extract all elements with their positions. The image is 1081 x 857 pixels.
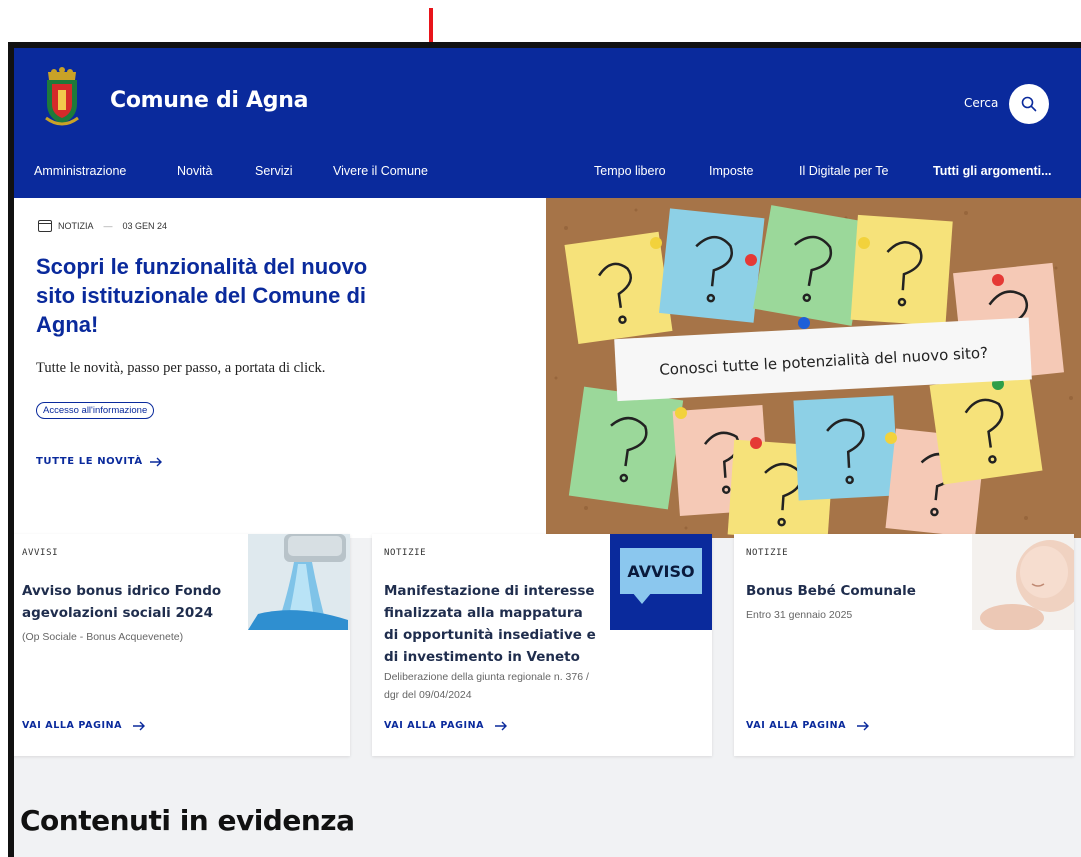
nav-item-imposte[interactable]: Imposte	[709, 164, 753, 178]
arrow-right-icon	[495, 721, 508, 730]
topic-chip[interactable]: Accesso all'informazione	[36, 402, 155, 419]
avviso-badge: AVVISO	[620, 548, 702, 594]
site-title[interactable]: Comune di Agna	[110, 88, 308, 113]
coat-of-arms-logo[interactable]	[42, 64, 82, 128]
hero-meta: NOTIZIA — 03 GEN 24	[38, 220, 167, 232]
all-news-label: TUTTE LE NOVITÀ	[36, 456, 143, 467]
card-description: Deliberazione della giunta regionale n. …	[384, 671, 589, 701]
hero-section: NOTIZIA — 03 GEN 24 Scopri le funzionali…	[14, 198, 1081, 538]
nav-item-tutti-gli-argomenti[interactable]: Tutti gli argomenti...	[933, 164, 1052, 178]
card-link-label: VAI ALLA PAGINA	[384, 720, 485, 731]
news-card-bonus-bebe[interactable]: NOTIZIE Bonus Bebé Comunale Entro 31 gen…	[734, 534, 1074, 756]
nav-item-servizi[interactable]: Servizi	[255, 164, 293, 178]
browser-viewport: Comune di Agna Cerca Amministrazione Nov…	[8, 42, 1081, 857]
card-description: (Op Sociale - Bonus Acquevenete)	[22, 631, 184, 643]
card-thumbnail	[972, 534, 1074, 630]
card-link[interactable]: VAI ALLA PAGINA	[22, 720, 146, 731]
search-button[interactable]	[1009, 84, 1049, 124]
nav-item-tempo-libero[interactable]: Tempo libero	[594, 164, 666, 178]
nav-item-vivere-il-comune[interactable]: Vivere il Comune	[333, 164, 428, 178]
card-link-label: VAI ALLA PAGINA	[746, 720, 847, 731]
arrow-right-icon	[857, 721, 870, 730]
meta-separator: —	[103, 221, 113, 231]
nav-item-novita[interactable]: Novità	[177, 164, 212, 178]
card-link-label: VAI ALLA PAGINA	[22, 720, 123, 731]
card-link[interactable]: VAI ALLA PAGINA	[384, 720, 508, 731]
search-label[interactable]: Cerca	[964, 96, 998, 110]
search-icon	[1021, 96, 1037, 112]
card-category: NOTIZIE	[384, 548, 427, 558]
card-category: NOTIZIE	[746, 548, 789, 558]
nav-item-amministrazione[interactable]: Amministrazione	[34, 164, 126, 178]
card-thumbnail	[248, 534, 350, 630]
all-news-link[interactable]: TUTTE LE NOVITÀ	[36, 456, 163, 467]
hero-category: NOTIZIA	[58, 221, 94, 231]
hero-date: 03 GEN 24	[122, 221, 168, 231]
calendar-icon	[38, 220, 52, 232]
card-category: AVVISI	[22, 548, 59, 558]
card-description: Entro 31 gennaio 2025	[746, 609, 853, 621]
card-thumbnail: AVVISO	[610, 534, 712, 630]
card-title[interactable]: Avviso bonus idrico Fondo agevolazioni s…	[22, 580, 237, 624]
card-title[interactable]: Manifestazione di interesse finalizzata …	[384, 580, 599, 668]
news-card-bonus-idrico[interactable]: AVVISI Avviso bonus idrico Fondo agevola…	[14, 534, 350, 756]
site-header: Comune di Agna Cerca Amministrazione Nov…	[14, 48, 1081, 198]
card-title[interactable]: Bonus Bebé Comunale	[746, 580, 961, 602]
hero-title[interactable]: Scopri le funzionalità del nuovo sito is…	[36, 252, 406, 339]
main-navigation: Amministrazione Novità Servizi Vivere il…	[14, 154, 1081, 194]
section-title: Contenuti in evidenza	[20, 804, 355, 837]
nav-item-digitale-per-te[interactable]: Il Digitale per Te	[799, 164, 888, 178]
card-link[interactable]: VAI ALLA PAGINA	[746, 720, 870, 731]
news-card-manifestazione[interactable]: NOTIZIE Manifestazione di interesse fina…	[372, 534, 712, 756]
arrow-right-icon	[133, 721, 146, 730]
hero-subtitle: Tutte le novità, passo per passo, a port…	[36, 360, 326, 376]
arrow-right-icon	[149, 457, 162, 466]
hero-image: Conosci tutte le potenzialità del nuovo …	[546, 198, 1081, 538]
